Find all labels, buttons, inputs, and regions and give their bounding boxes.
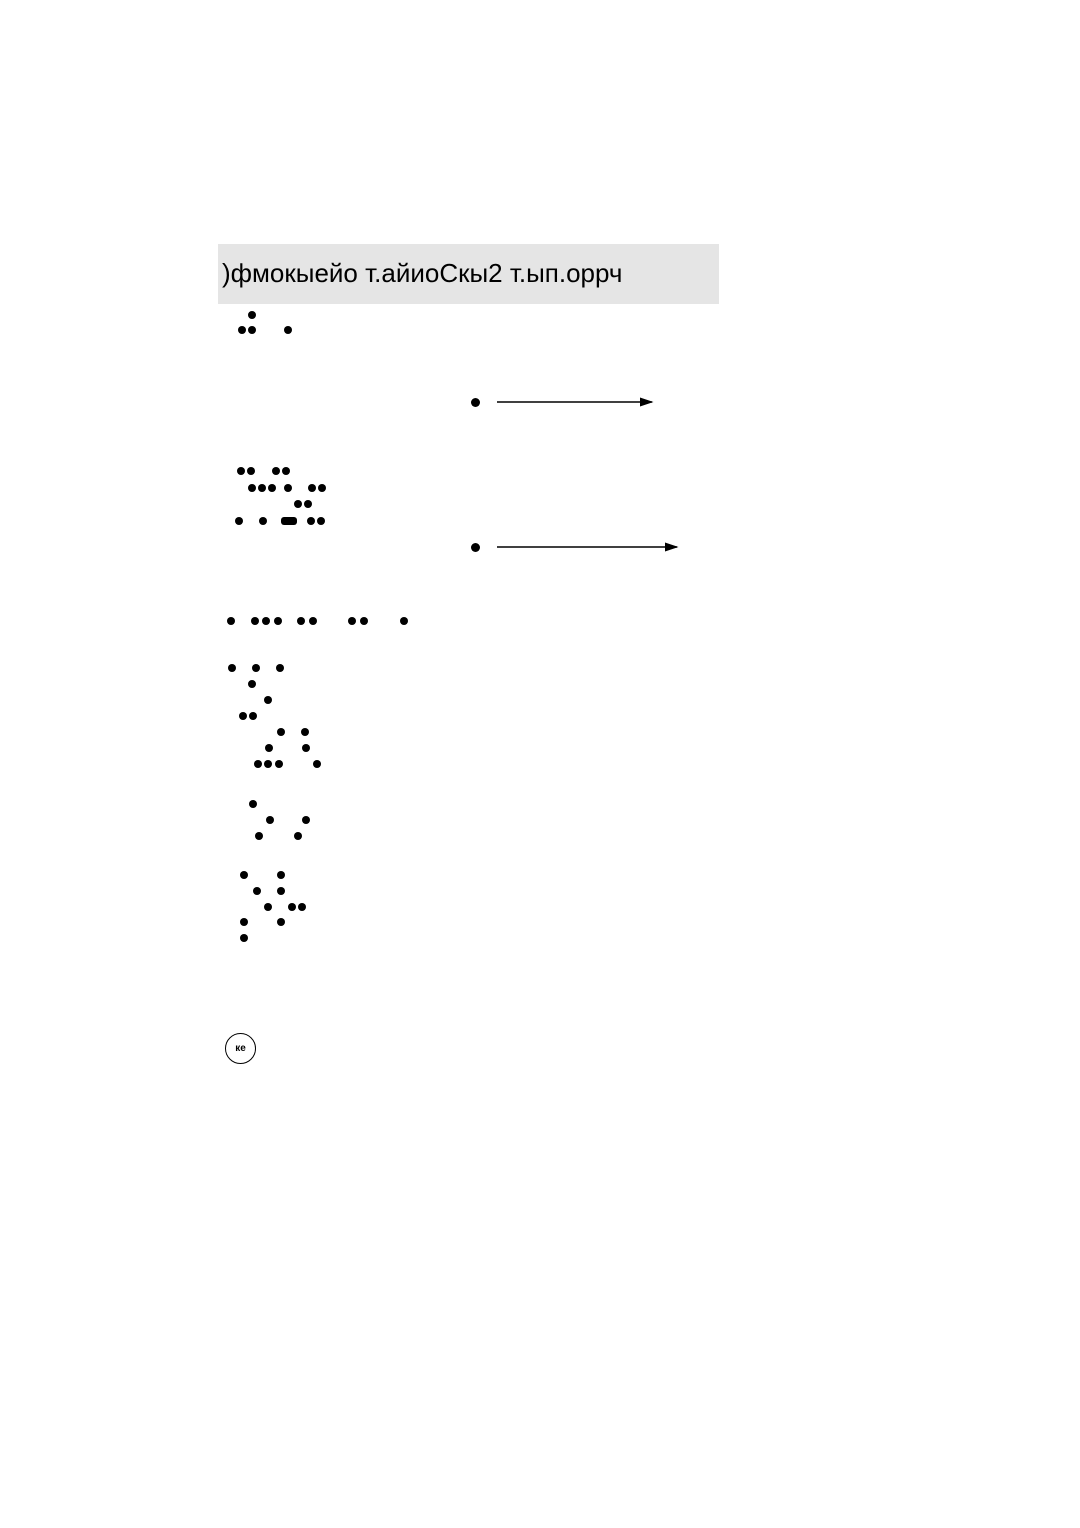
dot bbox=[294, 832, 302, 840]
dot bbox=[247, 467, 255, 475]
page-number-badge: ке bbox=[225, 1033, 256, 1064]
dot bbox=[238, 326, 246, 334]
dot bbox=[268, 484, 276, 492]
dot bbox=[302, 744, 310, 752]
dot bbox=[228, 664, 236, 672]
dot bbox=[307, 517, 315, 525]
dot bbox=[258, 484, 266, 492]
dot bbox=[262, 617, 270, 625]
dot bbox=[264, 696, 272, 704]
dot bbox=[294, 500, 302, 508]
dot bbox=[264, 760, 272, 768]
arrow-2 bbox=[497, 537, 717, 557]
dot bbox=[240, 871, 248, 879]
dot bbox=[277, 887, 285, 895]
dot bbox=[248, 311, 256, 319]
dot bbox=[248, 484, 256, 492]
dot bbox=[248, 326, 256, 334]
dot bbox=[277, 728, 285, 736]
document-page: )фмокыейо т.айиоСкы2 т.ып.оррч ке bbox=[0, 0, 1080, 1528]
dot bbox=[253, 887, 261, 895]
dot bbox=[275, 760, 283, 768]
bullet-marker bbox=[471, 398, 480, 407]
dash bbox=[281, 517, 297, 525]
dot bbox=[265, 744, 273, 752]
dot bbox=[252, 664, 260, 672]
dot bbox=[301, 728, 309, 736]
dot bbox=[298, 903, 306, 911]
dot bbox=[239, 712, 247, 720]
page-number: ке bbox=[235, 1043, 246, 1054]
dot bbox=[251, 617, 259, 625]
dot bbox=[264, 903, 272, 911]
dot bbox=[308, 484, 316, 492]
dot bbox=[235, 517, 243, 525]
dot bbox=[249, 800, 257, 808]
section-header: )фмокыейо т.айиоСкы2 т.ып.оррч bbox=[222, 258, 622, 289]
dot bbox=[254, 760, 262, 768]
dot bbox=[284, 326, 292, 334]
dot bbox=[348, 617, 356, 625]
dot bbox=[249, 712, 257, 720]
dot bbox=[302, 816, 310, 824]
dot bbox=[317, 517, 325, 525]
dot bbox=[297, 617, 305, 625]
dot bbox=[248, 680, 256, 688]
dot bbox=[313, 760, 321, 768]
dot bbox=[272, 467, 280, 475]
dot bbox=[266, 816, 274, 824]
dot bbox=[304, 500, 312, 508]
dot bbox=[240, 918, 248, 926]
dot bbox=[237, 467, 245, 475]
dot bbox=[318, 484, 326, 492]
arrow-1 bbox=[497, 392, 697, 412]
dot bbox=[259, 517, 267, 525]
dot bbox=[309, 617, 317, 625]
dot bbox=[284, 484, 292, 492]
dot bbox=[288, 903, 296, 911]
dot bbox=[240, 934, 248, 942]
dot bbox=[400, 617, 408, 625]
dot bbox=[227, 617, 235, 625]
dot bbox=[282, 467, 290, 475]
dot bbox=[276, 664, 284, 672]
dot bbox=[277, 918, 285, 926]
bullet-marker bbox=[471, 543, 480, 552]
dot bbox=[277, 871, 285, 879]
dot bbox=[255, 832, 263, 840]
dot bbox=[274, 617, 282, 625]
dot bbox=[360, 617, 368, 625]
